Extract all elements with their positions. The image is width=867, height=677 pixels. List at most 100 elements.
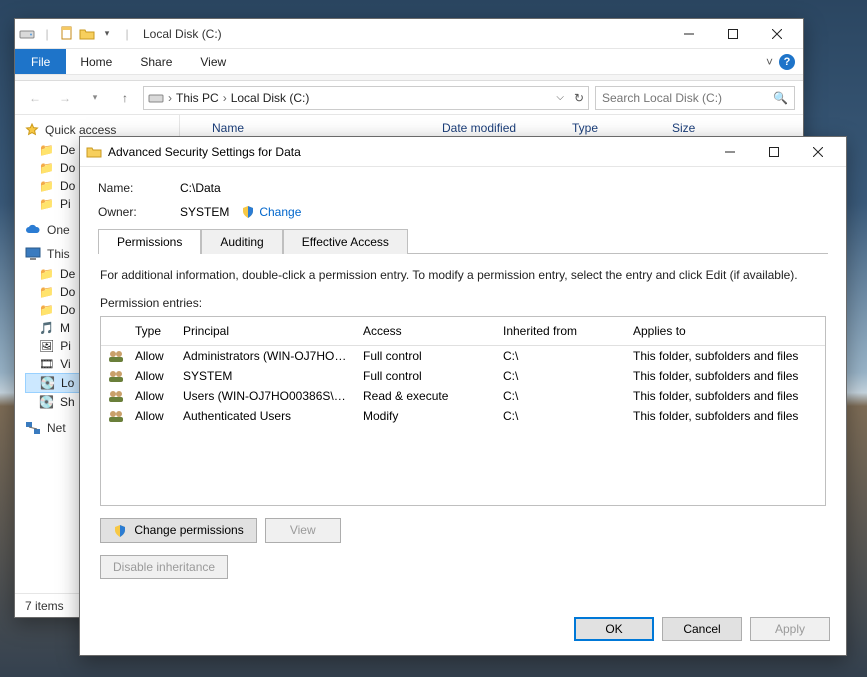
cell-access: Modify	[357, 406, 497, 426]
tab-file[interactable]: File	[15, 49, 66, 74]
tab-view[interactable]: View	[186, 49, 240, 74]
network-icon	[25, 421, 41, 435]
maximize-button[interactable]	[711, 20, 755, 48]
column-date[interactable]: Date modified	[442, 121, 572, 135]
group-icon	[107, 349, 123, 363]
close-button[interactable]	[755, 20, 799, 48]
dialog-titlebar[interactable]: Advanced Security Settings for Data	[80, 137, 846, 167]
folder-icon: 📁	[39, 161, 54, 175]
divider-icon: |	[39, 26, 55, 42]
cloud-icon	[25, 224, 41, 236]
cancel-button[interactable]: Cancel	[662, 617, 742, 641]
videos-icon: 🎞	[39, 357, 54, 371]
caret-down-icon[interactable]: ▾	[99, 26, 115, 42]
quick-access-toolbar: | ▾ |	[19, 26, 135, 42]
folder-icon: 📁	[39, 179, 54, 193]
music-icon: 🎵	[39, 321, 54, 335]
cell-access: Full control	[357, 346, 497, 366]
column-name[interactable]: Name	[212, 121, 442, 135]
minimize-button[interactable]	[708, 138, 752, 166]
forward-button[interactable]: →	[53, 86, 77, 110]
cell-principal: Authenticated Users	[177, 406, 357, 426]
cell-type: Allow	[129, 366, 177, 386]
change-owner-link[interactable]: Change	[259, 205, 301, 219]
chevron-right-icon[interactable]: ›	[223, 91, 227, 105]
cell-applies: This folder, subfolders and files	[627, 406, 825, 426]
drive-icon: 💽	[40, 376, 55, 390]
cell-type: Allow	[129, 386, 177, 406]
column-type[interactable]: Type	[572, 121, 672, 135]
cell-principal: SYSTEM	[177, 366, 357, 386]
cell-applies: This folder, subfolders and files	[627, 386, 825, 406]
drive-icon	[148, 90, 164, 106]
owner-label: Owner:	[98, 205, 180, 219]
pictures-icon: 🖼	[39, 339, 54, 353]
group-icon	[107, 409, 123, 423]
tab-share[interactable]: Share	[126, 49, 186, 74]
new-folder-icon[interactable]	[79, 26, 95, 42]
cell-inherited: C:\	[497, 386, 627, 406]
tab-home[interactable]: Home	[66, 49, 126, 74]
search-box[interactable]: 🔍	[595, 86, 795, 110]
refresh-icon[interactable]: ↻	[574, 91, 584, 105]
help-icon[interactable]: ?	[779, 54, 795, 70]
search-icon[interactable]: 🔍	[773, 91, 788, 105]
sidebar-quick-access[interactable]: Quick access	[25, 123, 179, 137]
cell-inherited: C:\	[497, 366, 627, 386]
owner-value: SYSTEM	[180, 205, 229, 219]
breadcrumb[interactable]: Local Disk (C:)	[231, 91, 310, 105]
tab-strip: Permissions Auditing Effective Access	[98, 229, 828, 254]
folder-icon: 📁	[39, 303, 54, 317]
computer-icon	[25, 247, 41, 261]
chevron-right-icon[interactable]: ›	[168, 91, 172, 105]
properties-icon[interactable]	[59, 26, 75, 42]
folder-icon: 📁	[39, 143, 54, 157]
cell-access: Full control	[357, 366, 497, 386]
ribbon-tabs: File Home Share View ˅ ?	[15, 49, 803, 75]
tab-effective-access[interactable]: Effective Access	[283, 229, 408, 254]
maximize-button[interactable]	[752, 138, 796, 166]
column-size[interactable]: Size	[672, 121, 752, 135]
info-text: For additional information, double-click…	[100, 268, 826, 282]
col-applies[interactable]: Applies to	[627, 321, 825, 341]
folder-icon: 📁	[39, 197, 54, 211]
address-bar[interactable]: › This PC › Local Disk (C:) ⌵ ↻	[143, 86, 589, 110]
back-button[interactable]: ←	[23, 86, 47, 110]
address-row: ← → ▾ ↑ › This PC › Local Disk (C:) ⌵ ↻ …	[15, 81, 803, 115]
tab-permissions[interactable]: Permissions	[98, 229, 201, 254]
minimize-button[interactable]	[667, 20, 711, 48]
change-permissions-button[interactable]: Change permissions	[100, 518, 257, 543]
col-access[interactable]: Access	[357, 321, 497, 341]
drive-icon: 💽	[39, 395, 54, 409]
recent-locations-button[interactable]: ▾	[83, 86, 107, 110]
up-button[interactable]: ↑	[113, 86, 137, 110]
view-button[interactable]: View	[265, 518, 341, 543]
table-row[interactable]: AllowAdministrators (WIN-OJ7HO0…Full con…	[101, 346, 825, 366]
col-principal[interactable]: Principal	[177, 321, 357, 341]
cell-type: Allow	[129, 406, 177, 426]
col-inherited[interactable]: Inherited from	[497, 321, 627, 341]
name-label: Name:	[98, 181, 180, 195]
cell-principal: Administrators (WIN-OJ7HO0…	[177, 346, 357, 366]
breadcrumb[interactable]: This PC	[176, 91, 219, 105]
table-row[interactable]: AllowSYSTEMFull controlC:\This folder, s…	[101, 366, 825, 386]
group-icon	[107, 369, 123, 383]
apply-button[interactable]: Apply	[750, 617, 830, 641]
explorer-titlebar[interactable]: | ▾ | Local Disk (C:)	[15, 19, 803, 49]
cell-applies: This folder, subfolders and files	[627, 346, 825, 366]
disable-inheritance-button[interactable]: Disable inheritance	[100, 555, 228, 579]
col-type[interactable]: Type	[129, 321, 177, 341]
ok-button[interactable]: OK	[574, 617, 654, 641]
chevron-down-icon[interactable]: ˅	[766, 55, 773, 69]
tab-auditing[interactable]: Auditing	[201, 229, 282, 254]
table-header[interactable]: Type Principal Access Inherited from App…	[101, 317, 825, 346]
cell-inherited: C:\	[497, 346, 627, 366]
table-row[interactable]: AllowAuthenticated UsersModifyC:\This fo…	[101, 406, 825, 426]
search-input[interactable]	[602, 91, 773, 105]
table-row[interactable]: AllowUsers (WIN-OJ7HO00386S\Us…Read & ex…	[101, 386, 825, 406]
permission-entries-table[interactable]: Type Principal Access Inherited from App…	[100, 316, 826, 506]
dropdown-icon[interactable]: ⌵	[556, 92, 564, 103]
advanced-security-dialog: Advanced Security Settings for Data Name…	[79, 136, 847, 656]
folder-icon	[86, 144, 102, 160]
close-button[interactable]	[796, 138, 840, 166]
